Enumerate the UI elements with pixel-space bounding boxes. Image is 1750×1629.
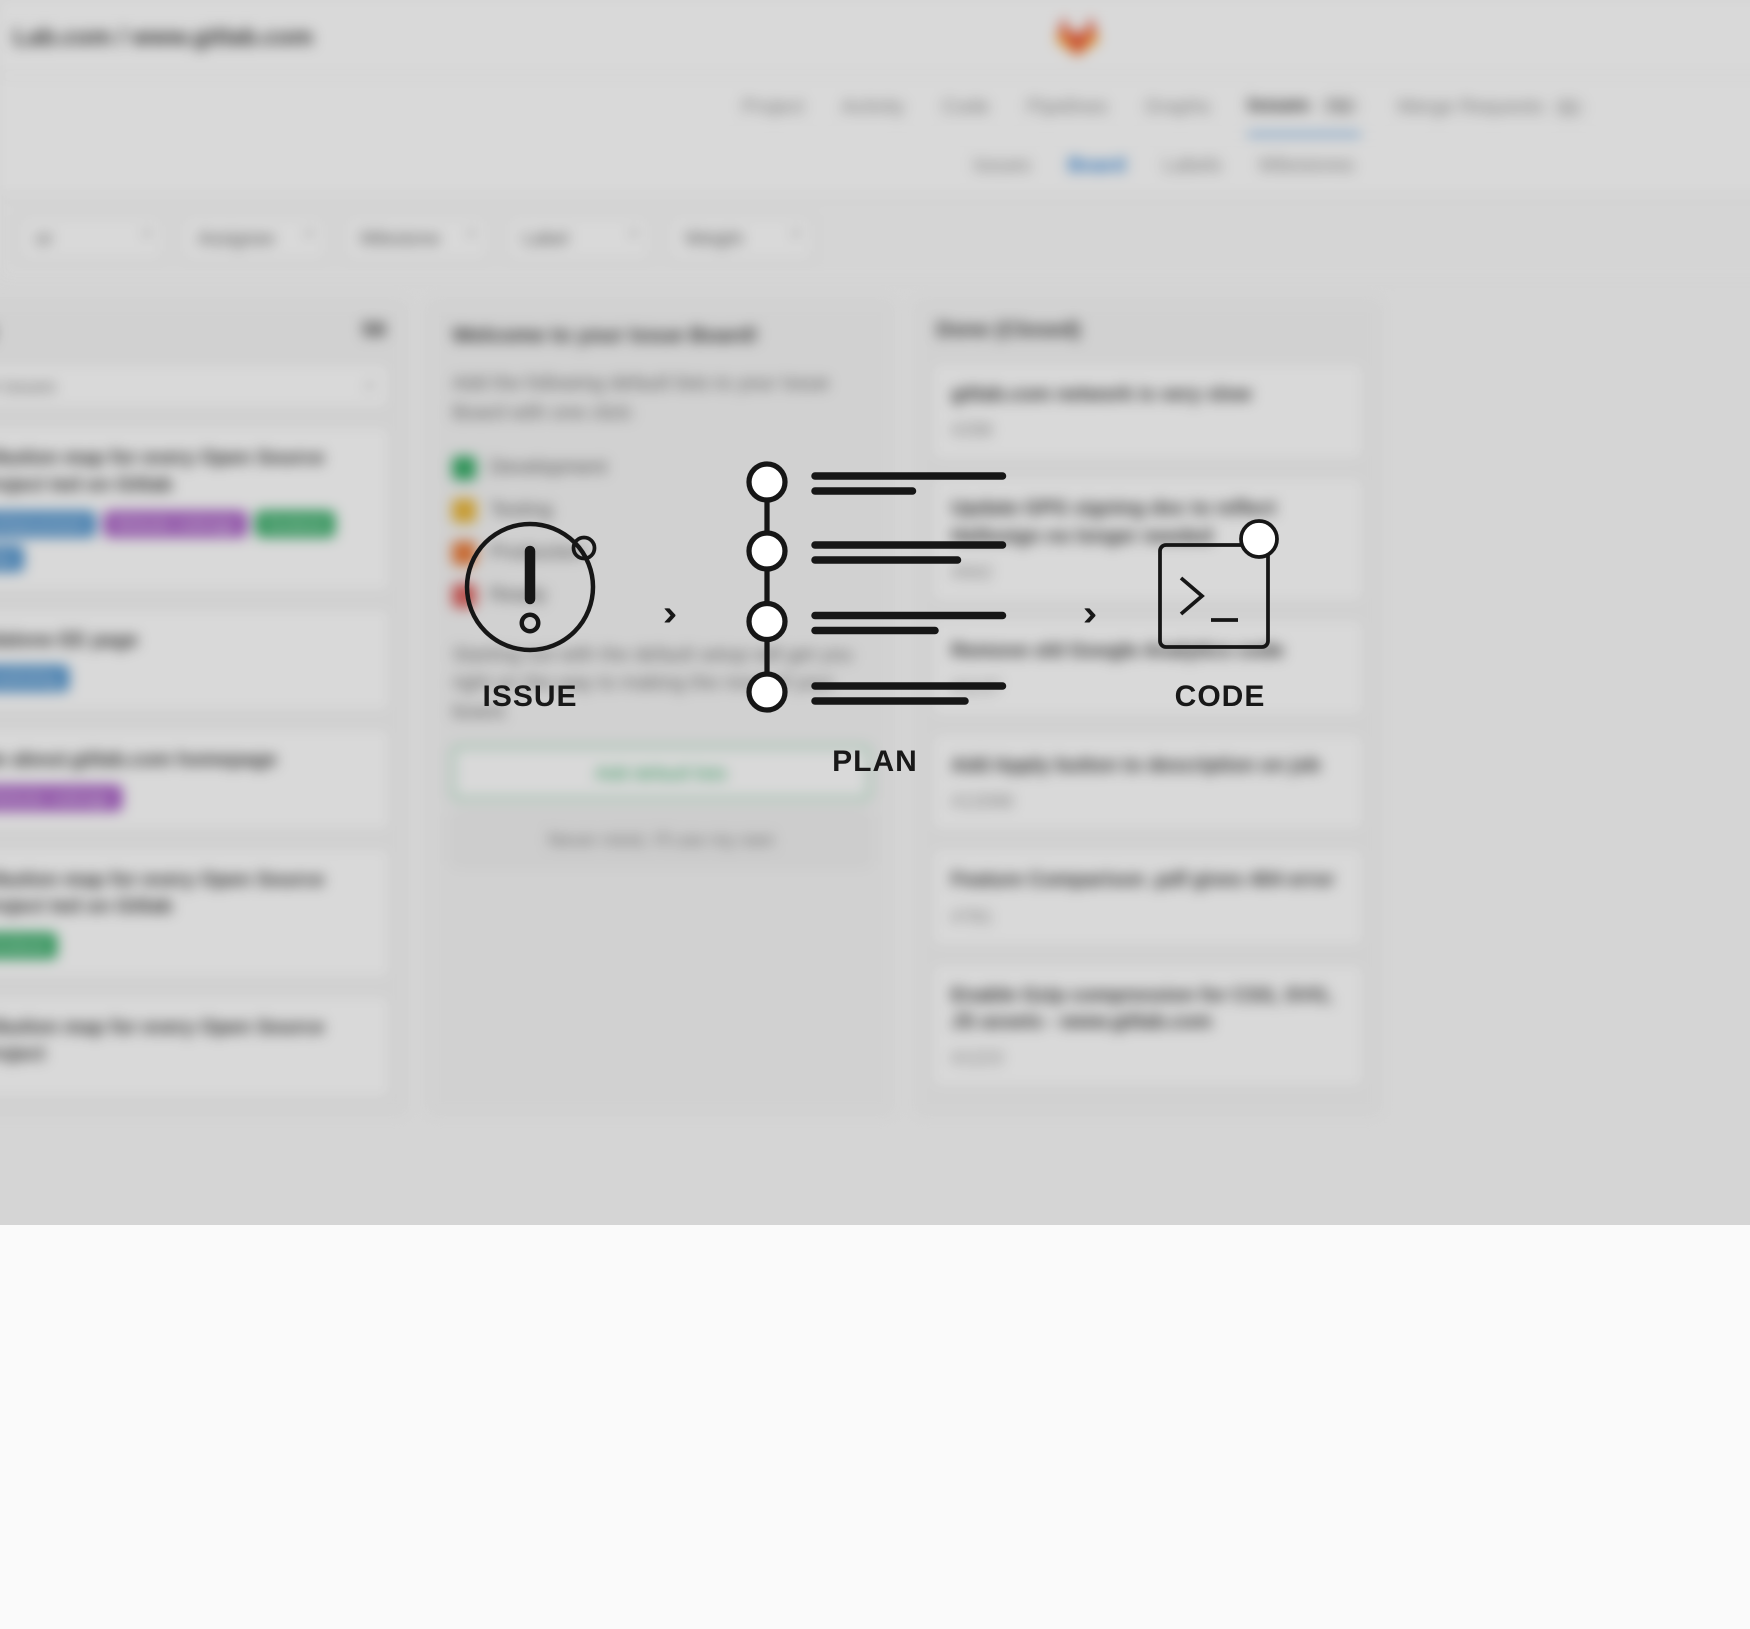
stage-label: PLAN: [832, 745, 918, 779]
issue-icon: [455, 512, 605, 662]
stage-label: CODE: [1175, 680, 1266, 714]
issue-stage: ISSUE: [455, 512, 605, 714]
code-icon: [1145, 512, 1295, 662]
workflow-overlay: ISSUE ›› PLAN ›› CODE: [0, 0, 1750, 1225]
plan-icon: [725, 447, 1025, 727]
stage-label: ISSUE: [482, 680, 577, 714]
plan-stage: PLAN: [725, 447, 1025, 779]
code-stage: CODE: [1145, 512, 1295, 714]
